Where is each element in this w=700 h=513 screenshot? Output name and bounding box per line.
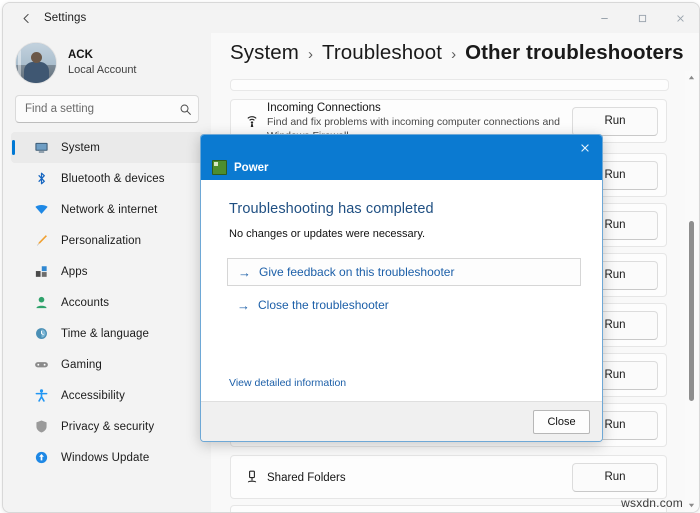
breadcrumb: System › Troubleshoot › Other troublesho… bbox=[230, 41, 684, 65]
display-icon bbox=[33, 139, 50, 156]
give-feedback-option[interactable]: → Give feedback on this troubleshooter bbox=[227, 258, 581, 286]
breadcrumb-item-troubleshoot[interactable]: Troubleshoot bbox=[322, 41, 442, 65]
breadcrumb-separator: › bbox=[451, 46, 457, 63]
dialog-subtext: No changes or updates were necessary. bbox=[229, 228, 426, 240]
sidebar-item-label: Accessibility bbox=[61, 389, 125, 402]
gamepad-icon bbox=[33, 356, 50, 373]
sidebar-item-label: Bluetooth & devices bbox=[61, 172, 165, 185]
sidebar-item-label: Windows Update bbox=[61, 451, 150, 464]
run-button[interactable]: Run bbox=[572, 106, 658, 136]
arrow-right-icon: → bbox=[237, 297, 250, 313]
scroll-down-arrow-icon[interactable] bbox=[685, 499, 698, 512]
table-row[interactable]: Shared Folders Run bbox=[230, 455, 667, 499]
window-controls bbox=[585, 3, 699, 33]
search-input[interactable] bbox=[25, 103, 179, 115]
sidebar-item-time-language[interactable]: Time & language bbox=[11, 318, 203, 349]
list-item-partial bbox=[230, 505, 667, 512]
shared-folders-icon bbox=[237, 469, 267, 485]
list-item-partial bbox=[230, 79, 669, 91]
sidebar-item-label: Time & language bbox=[61, 327, 150, 340]
power-troubleshooter-icon bbox=[212, 160, 227, 175]
update-icon bbox=[33, 449, 50, 466]
sidebar-item-label: Personalization bbox=[61, 234, 142, 247]
maximize-icon[interactable] bbox=[623, 3, 661, 33]
troubleshooter-dialog: Power Troubleshooting has completed No c… bbox=[200, 134, 603, 442]
breadcrumb-item-system[interactable]: System bbox=[230, 41, 299, 65]
back-arrow-icon[interactable] bbox=[11, 4, 41, 32]
window-titlebar: Settings bbox=[3, 3, 699, 33]
incoming-connections-icon bbox=[237, 113, 267, 129]
row-title: Incoming Connections bbox=[267, 102, 381, 115]
person-icon bbox=[33, 294, 50, 311]
breadcrumb-separator: › bbox=[307, 46, 313, 63]
apps-icon bbox=[33, 263, 50, 280]
dialog-titlebar: Power bbox=[201, 135, 602, 180]
row-title: Shared Folders bbox=[267, 472, 346, 484]
search-icon bbox=[179, 103, 192, 116]
sidebar-item-label: System bbox=[61, 141, 100, 154]
option-label: Close the troubleshooter bbox=[258, 298, 389, 312]
vertical-scrollbar[interactable] bbox=[685, 71, 698, 512]
sidebar-item-windows-update[interactable]: Windows Update bbox=[11, 442, 203, 473]
option-label: Give feedback on this troubleshooter bbox=[259, 265, 455, 279]
bluetooth-icon bbox=[33, 170, 50, 187]
sidebar: ACK Local Account System bbox=[3, 33, 211, 512]
account-type: Local Account bbox=[68, 64, 137, 77]
close-button[interactable]: Close bbox=[533, 410, 590, 434]
sidebar-item-personalization[interactable]: Personalization bbox=[11, 225, 203, 256]
dialog-heading: Troubleshooting has completed bbox=[229, 201, 434, 217]
dialog-footer: Close bbox=[201, 401, 602, 441]
sidebar-item-system[interactable]: System bbox=[11, 132, 203, 163]
wifi-icon bbox=[33, 201, 50, 218]
sidebar-item-gaming[interactable]: Gaming bbox=[11, 349, 203, 380]
view-detailed-information-link[interactable]: View detailed information bbox=[229, 377, 346, 389]
sidebar-item-accessibility[interactable]: Accessibility bbox=[11, 380, 203, 411]
run-button[interactable]: Run bbox=[572, 462, 658, 492]
dialog-title-group: Power bbox=[212, 160, 269, 175]
sidebar-nav: System Bluetooth & devices Network & int… bbox=[3, 132, 211, 473]
sidebar-item-bluetooth-devices[interactable]: Bluetooth & devices bbox=[11, 163, 203, 194]
brush-icon bbox=[33, 232, 50, 249]
sidebar-item-label: Gaming bbox=[61, 358, 102, 371]
shield-icon bbox=[33, 418, 50, 435]
sidebar-item-privacy-security[interactable]: Privacy & security bbox=[11, 411, 203, 442]
dialog-close-icon[interactable] bbox=[572, 137, 598, 159]
sidebar-item-label: Apps bbox=[61, 265, 88, 278]
search-box[interactable] bbox=[15, 95, 199, 123]
watermark: wsxdn.com bbox=[621, 496, 683, 510]
dialog-body: Troubleshooting has completed No changes… bbox=[201, 180, 602, 402]
sidebar-item-apps[interactable]: Apps bbox=[11, 256, 203, 287]
sidebar-item-label: Privacy & security bbox=[61, 420, 155, 433]
account-section[interactable]: ACK Local Account bbox=[3, 33, 211, 85]
avatar bbox=[15, 42, 57, 84]
close-icon[interactable] bbox=[661, 3, 699, 33]
settings-window: Settings ACK Local Account Find a settin… bbox=[2, 2, 700, 513]
scrollbar-thumb[interactable] bbox=[689, 221, 694, 401]
clock-globe-icon bbox=[33, 325, 50, 342]
minimize-icon[interactable] bbox=[585, 3, 623, 33]
accessibility-icon bbox=[33, 387, 50, 404]
sidebar-item-accounts[interactable]: Accounts bbox=[11, 287, 203, 318]
close-troubleshooter-option[interactable]: → Close the troubleshooter bbox=[227, 291, 581, 319]
window-title: Settings bbox=[44, 12, 87, 24]
page-title: Other troubleshooters bbox=[465, 41, 684, 64]
scroll-up-arrow-icon[interactable] bbox=[685, 71, 698, 84]
arrow-right-icon: → bbox=[238, 264, 251, 280]
account-name: ACK bbox=[68, 48, 93, 61]
sidebar-item-network-internet[interactable]: Network & internet bbox=[11, 194, 203, 225]
sidebar-item-label: Network & internet bbox=[61, 203, 158, 216]
dialog-title: Power bbox=[234, 161, 269, 174]
sidebar-item-label: Accounts bbox=[61, 296, 110, 309]
